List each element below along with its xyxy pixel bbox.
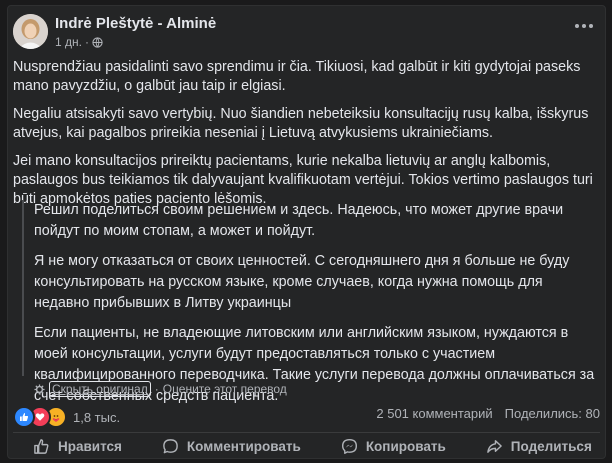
share-icon bbox=[486, 439, 502, 453]
globe-icon[interactable] bbox=[92, 36, 103, 48]
post-paragraph: Nusprendžiau pasidalinti savo sprendimu … bbox=[13, 59, 581, 94]
rate-translation-link[interactable]: Оцените этот перевод bbox=[163, 382, 287, 396]
post-paragraph: Negaliu atsisakyti savo vertybių. Nuo ši… bbox=[13, 106, 589, 141]
translation-block: Решил поделиться своим решением и здесь.… bbox=[22, 200, 597, 404]
more-options-button[interactable] bbox=[570, 14, 598, 38]
more-dot bbox=[575, 24, 579, 28]
engagement-counts: 2 501 комментарий Поделились: 80 bbox=[376, 406, 600, 421]
like-button[interactable]: Нравится bbox=[13, 438, 142, 455]
share-button[interactable]: Поделиться bbox=[466, 438, 605, 455]
translation-links: Скрыть оригинал · Оцените этот перевод bbox=[34, 381, 287, 397]
meta-separator: · bbox=[84, 35, 89, 49]
author-name[interactable]: Indrė Pleštytė - Alminė bbox=[55, 15, 216, 32]
share-label: Поделиться bbox=[510, 438, 592, 454]
more-dot bbox=[589, 24, 593, 28]
post-text: Nusprendžiau pasidalinti savo sprendimu … bbox=[13, 58, 598, 218]
more-dot bbox=[582, 24, 586, 28]
copy-button[interactable]: Копировать bbox=[321, 438, 466, 455]
comment-label: Комментировать bbox=[186, 438, 301, 454]
shares-count[interactable]: Поделились: 80 bbox=[505, 406, 600, 421]
post-stats: 1,8 тыс. 2 501 комментарий Поделились: 8… bbox=[13, 406, 600, 428]
action-bar: Нравится Комментировать Копировать Подел… bbox=[13, 435, 600, 457]
translation-paragraph: Я не могу отказаться от своих ценностей.… bbox=[34, 253, 570, 311]
post-meta: 1 дн. · bbox=[55, 35, 103, 49]
author-avatar[interactable] bbox=[13, 14, 48, 49]
reactions-summary[interactable]: 1,8 тыс. bbox=[13, 406, 120, 428]
comment-icon bbox=[163, 438, 178, 453]
translation-paragraph: Решил поделиться своим решением и здесь.… bbox=[34, 202, 564, 239]
post-card: Indrė Pleštytė - Alminė 1 дн. · Nusprend… bbox=[7, 5, 606, 459]
actions-divider bbox=[13, 432, 600, 433]
link-separator: · bbox=[154, 382, 159, 396]
like-reaction-icon bbox=[13, 406, 35, 428]
hide-original-link[interactable]: Скрыть оригинал bbox=[49, 381, 151, 397]
thumbs-up-icon bbox=[34, 438, 49, 454]
like-label: Нравится bbox=[58, 438, 122, 454]
reactions-count: 1,8 тыс. bbox=[73, 409, 121, 425]
messenger-icon bbox=[341, 438, 357, 454]
gear-icon bbox=[34, 383, 45, 395]
comment-button[interactable]: Комментировать bbox=[142, 438, 321, 455]
copy-label: Копировать bbox=[365, 438, 446, 454]
comments-count[interactable]: 2 501 комментарий bbox=[376, 406, 492, 421]
post-time[interactable]: 1 дн. bbox=[55, 35, 82, 49]
